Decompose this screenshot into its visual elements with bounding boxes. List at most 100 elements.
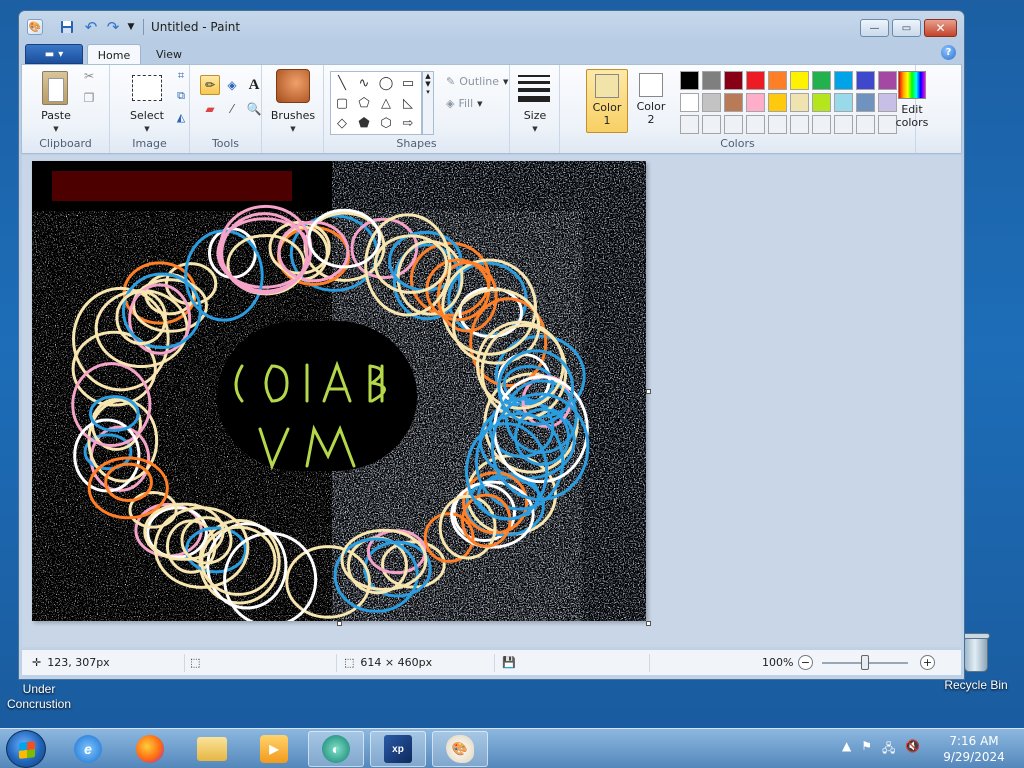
tab-home[interactable]: Home bbox=[87, 44, 141, 65]
paint-app-icon[interactable]: 🎨 bbox=[27, 19, 43, 35]
start-button[interactable] bbox=[6, 730, 46, 768]
taskbar-vm-xp[interactable]: xp bbox=[370, 731, 426, 767]
color1-number: 1 bbox=[603, 114, 611, 127]
copy-icon[interactable]: ❐ bbox=[80, 91, 98, 107]
zoom-slider-thumb[interactable] bbox=[861, 655, 869, 670]
redo-icon[interactable]: ↷ bbox=[105, 18, 121, 36]
volume-muted-icon[interactable]: 🔇 bbox=[905, 739, 920, 760]
diamond-shape-icon[interactable]: ◇ bbox=[332, 113, 352, 133]
pencil-icon[interactable]: ✏ bbox=[200, 75, 220, 95]
tab-view[interactable]: View bbox=[145, 44, 193, 65]
outline-button[interactable]: ✎ Outline ▼ bbox=[446, 75, 508, 88]
taskbar-file-explorer[interactable] bbox=[184, 731, 240, 767]
minimize-button[interactable]: — bbox=[860, 19, 889, 37]
color2-button[interactable]: Color 2 bbox=[630, 69, 672, 133]
drawing-canvas[interactable] bbox=[32, 161, 646, 621]
resize-handle-right[interactable] bbox=[646, 389, 651, 394]
palette-swatch[interactable] bbox=[834, 93, 853, 112]
custom-color-slot[interactable] bbox=[768, 115, 787, 134]
rounded-rectangle-icon[interactable]: ▢ bbox=[332, 93, 352, 113]
save-icon[interactable] bbox=[59, 19, 75, 35]
palette-swatch[interactable] bbox=[856, 71, 875, 90]
title-bar[interactable]: 🎨 ↶ ↷ ▼ Untitled - Paint — ▭ ✕ bbox=[19, 11, 964, 43]
palette-swatch[interactable] bbox=[812, 93, 831, 112]
zoom-out-button[interactable]: − bbox=[798, 655, 813, 670]
select-icon bbox=[132, 75, 162, 101]
chevron-down-icon: ▼ bbox=[53, 125, 59, 133]
fill-button[interactable]: ◈ Fill ▼ bbox=[446, 97, 483, 110]
canvas-drawing bbox=[32, 161, 646, 621]
palette-swatch[interactable] bbox=[724, 93, 743, 112]
palette-swatch[interactable] bbox=[680, 71, 699, 90]
palette-swatch[interactable] bbox=[680, 93, 699, 112]
fill-bucket-icon[interactable]: ◈ bbox=[222, 75, 242, 95]
crop-icon[interactable]: ⌗ bbox=[172, 69, 190, 85]
palette-swatch[interactable] bbox=[812, 71, 831, 90]
taskbar-paint[interactable]: 🎨 bbox=[432, 731, 488, 767]
curve-shape-icon[interactable]: ∿ bbox=[354, 73, 374, 93]
palette-swatch[interactable] bbox=[746, 71, 765, 90]
oval-shape-icon[interactable]: ◯ bbox=[376, 73, 396, 93]
custom-color-slot[interactable] bbox=[790, 115, 809, 134]
right-triangle-icon[interactable]: ◺ bbox=[398, 93, 418, 113]
undo-icon[interactable]: ↶ bbox=[83, 18, 99, 36]
show-hidden-icons-icon[interactable]: ▲ bbox=[842, 739, 851, 760]
zoom-in-button[interactable]: + bbox=[920, 655, 935, 670]
pentagon-shape-icon[interactable]: ⬟ bbox=[354, 113, 374, 133]
taskbar-internet-explorer[interactable]: e bbox=[60, 731, 116, 767]
rotate-icon[interactable]: ◭ bbox=[172, 111, 190, 127]
action-center-flag-icon[interactable]: ⚑ bbox=[861, 739, 872, 760]
palette-swatch[interactable] bbox=[834, 71, 853, 90]
magnifier-icon[interactable]: 🔍 bbox=[244, 99, 264, 119]
color-picker-icon[interactable]: ⁄ bbox=[222, 99, 242, 119]
network-icon[interactable]: 🖧 bbox=[882, 739, 895, 760]
custom-color-slot[interactable] bbox=[680, 115, 699, 134]
taskbar-clock[interactable]: 7:16 AM 9/29/2024 bbox=[938, 733, 1010, 765]
triangle-shape-icon[interactable]: △ bbox=[376, 93, 396, 113]
custom-color-slot[interactable] bbox=[812, 115, 831, 134]
palette-swatch[interactable] bbox=[702, 93, 721, 112]
color1-button[interactable]: Color 1 bbox=[586, 69, 628, 133]
arrow-shape-icon[interactable]: ⇨ bbox=[398, 113, 418, 133]
size-group[interactable]: Size ▼ bbox=[510, 65, 560, 153]
title-separator bbox=[143, 19, 144, 35]
line-shape-icon[interactable]: ╲ bbox=[332, 73, 352, 93]
outline-icon: ✎ bbox=[446, 75, 456, 88]
media-player-icon: ▶ bbox=[260, 735, 288, 763]
custom-color-slot[interactable] bbox=[834, 115, 853, 134]
palette-swatch[interactable] bbox=[790, 71, 809, 90]
taskbar-green-app[interactable]: ◐ bbox=[308, 731, 364, 767]
text-tool-icon[interactable]: A bbox=[244, 75, 264, 95]
status-bar: ✛ 123, 307px ⬚ ⬚ 614 × 460px 💾 100% − + bbox=[22, 649, 961, 675]
hexagon-shape-icon[interactable]: ⬡ bbox=[376, 113, 396, 133]
custom-color-slot[interactable] bbox=[724, 115, 743, 134]
resize-handle-bottom[interactable] bbox=[337, 621, 342, 626]
customize-toolbar-icon[interactable]: ▼ bbox=[123, 19, 139, 35]
palette-swatch[interactable] bbox=[856, 93, 875, 112]
palette-swatch[interactable] bbox=[790, 93, 809, 112]
custom-color-slot[interactable] bbox=[702, 115, 721, 134]
palette-swatch[interactable] bbox=[702, 71, 721, 90]
custom-color-slot[interactable] bbox=[746, 115, 765, 134]
taskbar-media-player[interactable]: ▶ bbox=[246, 731, 302, 767]
edit-colors-button[interactable]: Edit colors bbox=[892, 69, 932, 129]
taskbar-firefox[interactable] bbox=[122, 731, 178, 767]
palette-swatch[interactable] bbox=[724, 71, 743, 90]
palette-swatch[interactable] bbox=[746, 93, 765, 112]
help-icon[interactable]: ? bbox=[941, 45, 956, 60]
canvas-size-value: 614 × 460px bbox=[360, 656, 433, 669]
rectangle-shape-icon[interactable]: ▭ bbox=[398, 73, 418, 93]
palette-swatch[interactable] bbox=[768, 71, 787, 90]
polygon-shape-icon[interactable]: ⬠ bbox=[354, 93, 374, 113]
shapes-scroll[interactable]: ▲ ▼ ▾ bbox=[422, 71, 434, 135]
cut-icon[interactable]: ✂ bbox=[80, 69, 98, 85]
maximize-button[interactable]: ▭ bbox=[892, 19, 921, 37]
resize-icon[interactable]: ⧉ bbox=[172, 89, 190, 105]
file-menu-button[interactable]: ▬ ▾ bbox=[25, 44, 83, 64]
close-button[interactable]: ✕ bbox=[924, 19, 957, 37]
palette-swatch[interactable] bbox=[768, 93, 787, 112]
desktop-icon-under-concrustion[interactable]: Under Concrustion bbox=[2, 682, 76, 712]
resize-handle-corner[interactable] bbox=[646, 621, 651, 626]
eraser-icon[interactable]: ▰ bbox=[200, 99, 220, 119]
custom-color-slot[interactable] bbox=[856, 115, 875, 134]
